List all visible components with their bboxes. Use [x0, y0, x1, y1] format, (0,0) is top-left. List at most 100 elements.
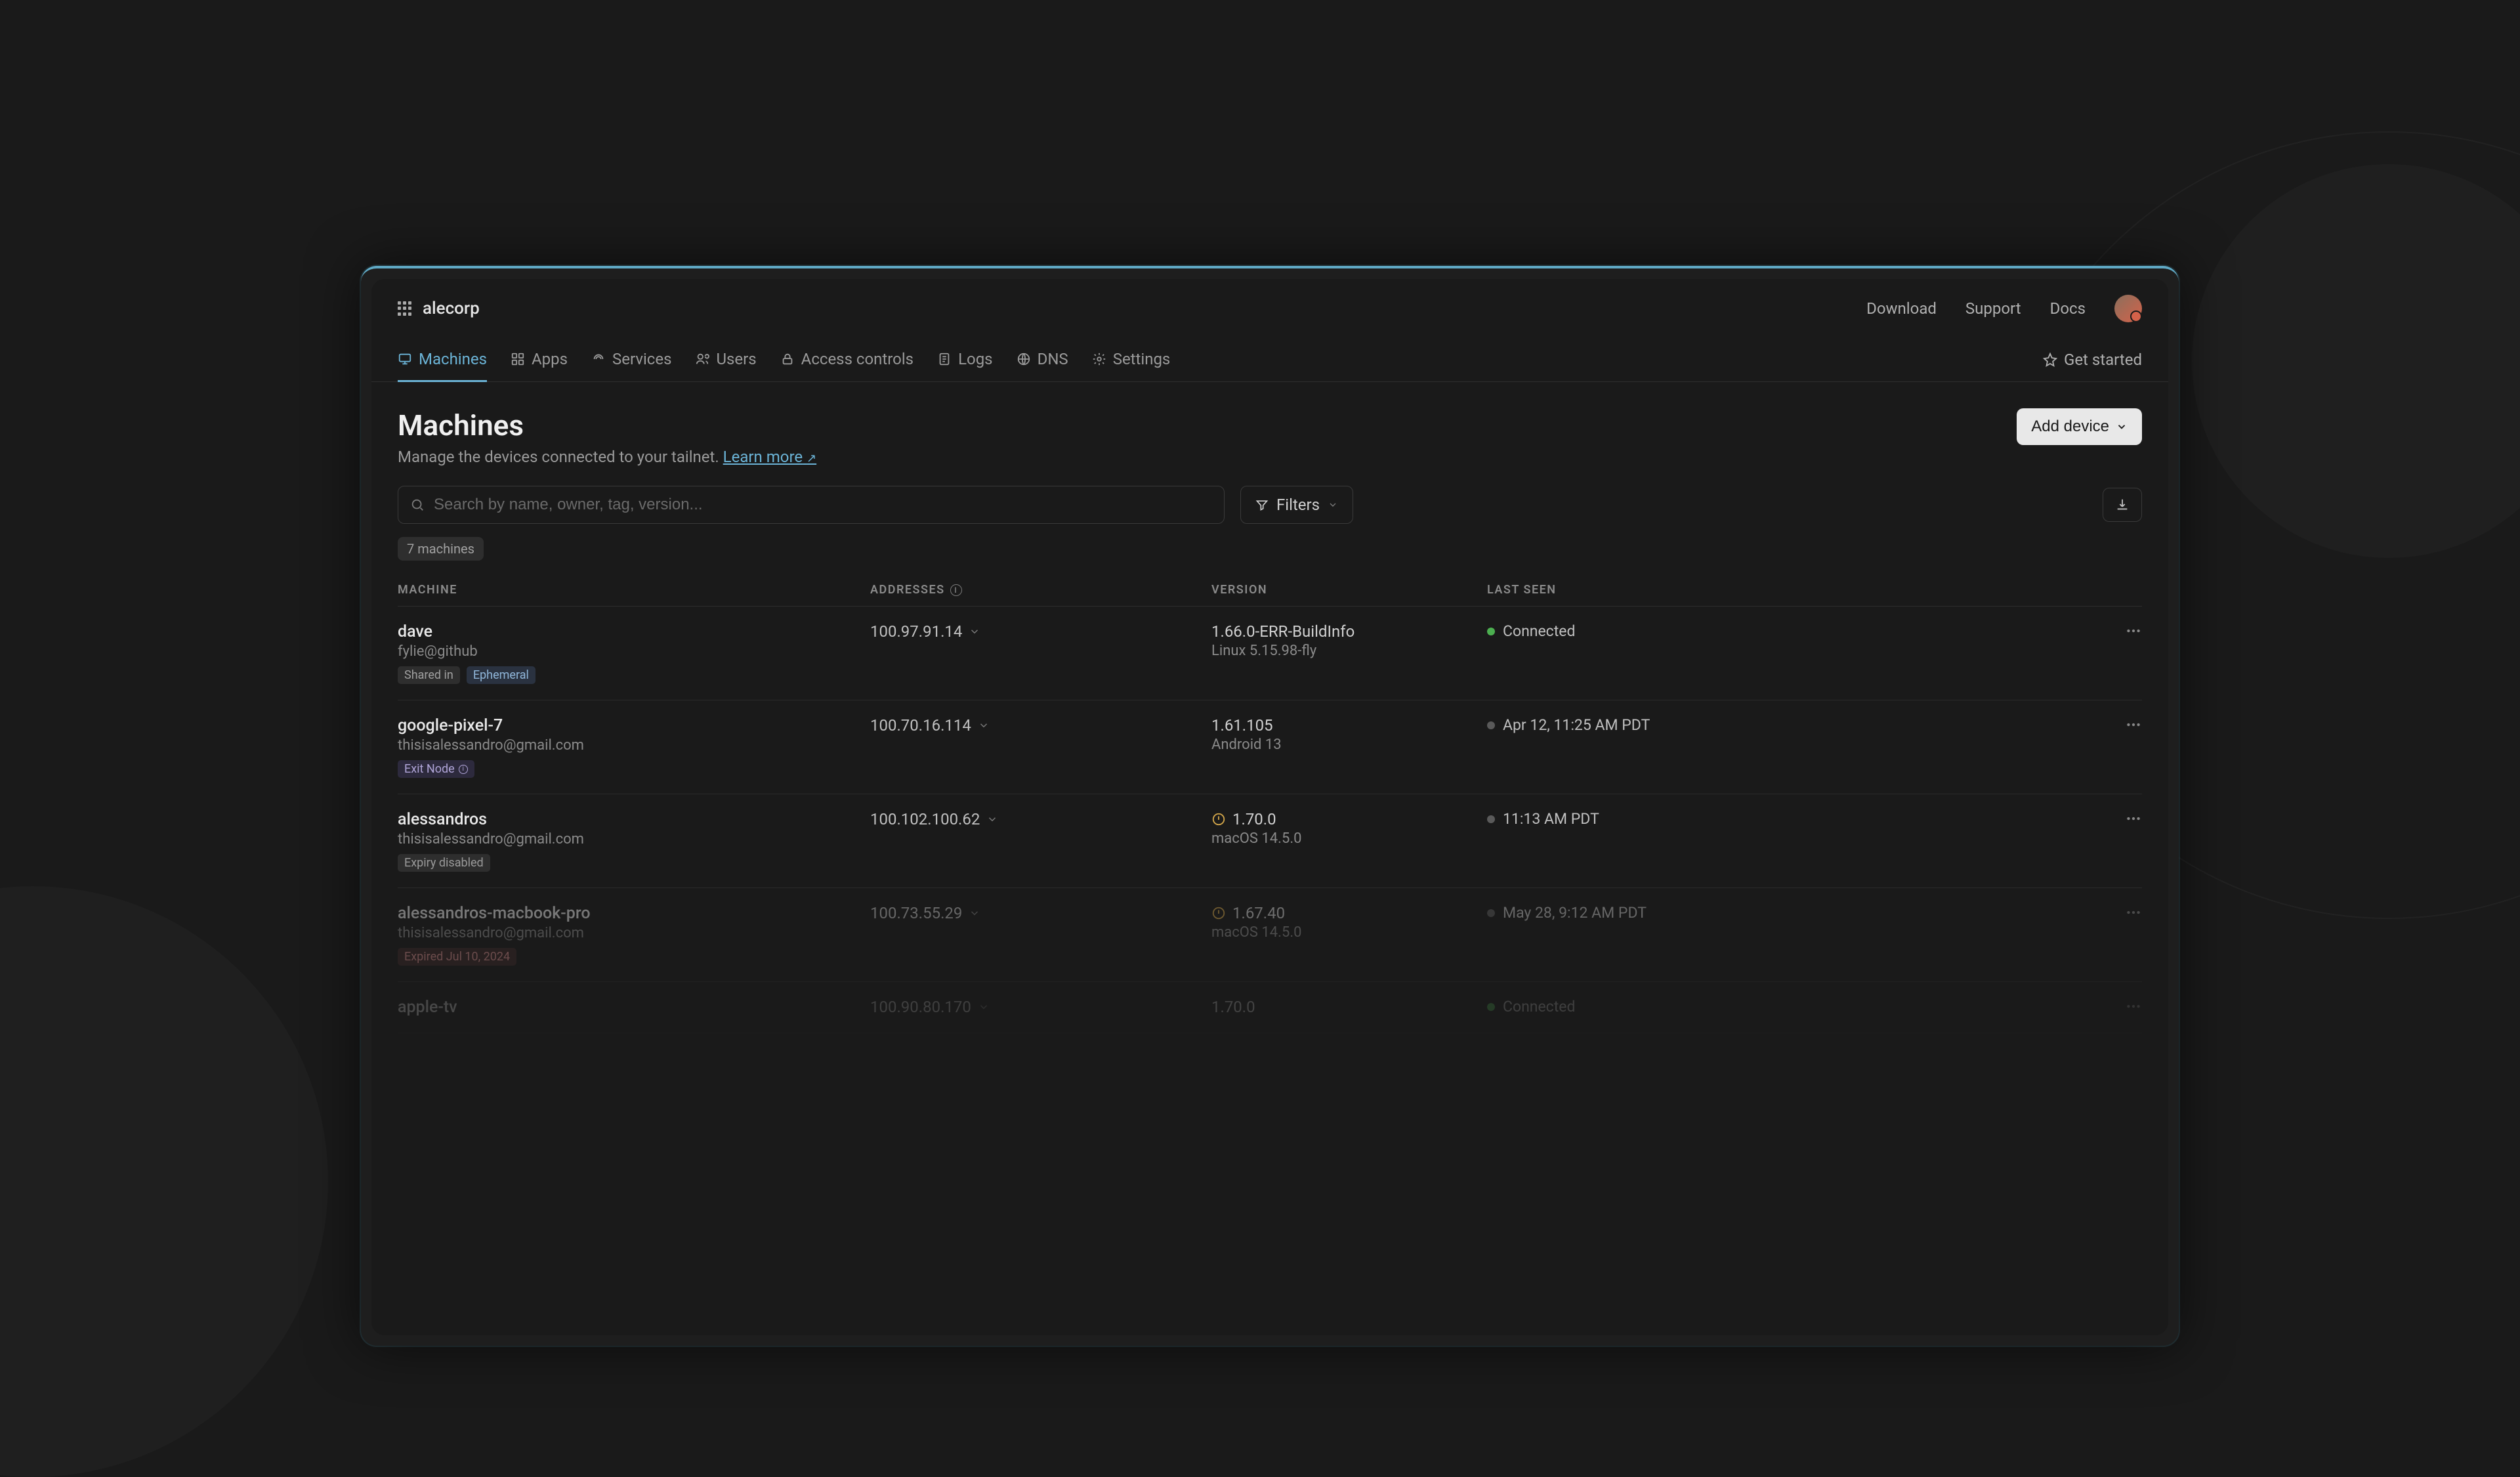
add-device-label: Add device — [2031, 417, 2109, 436]
version-value: 1.61.105 — [1211, 716, 1273, 735]
org-name[interactable]: alecorp — [423, 299, 480, 318]
version-cell: 1.61.105 Android 13 — [1211, 716, 1487, 753]
gear-icon — [1092, 352, 1106, 366]
last-seen-value: May 28, 9:12 AM PDT — [1503, 904, 1647, 922]
badge-ephemeral: Ephemeral — [467, 666, 536, 684]
more-icon — [2125, 716, 2142, 733]
machine-cell: apple-tv — [398, 998, 870, 1017]
filter-icon — [1255, 498, 1269, 511]
chevron-down-icon — [978, 1001, 990, 1013]
os-value: macOS 14.5.0 — [1211, 924, 1487, 941]
last-seen-value: 11:13 AM PDT — [1503, 810, 1599, 828]
export-button[interactable] — [2103, 488, 2142, 522]
globe-icon — [1017, 352, 1031, 366]
version-value: 1.70.0 — [1211, 998, 1255, 1016]
chevron-down-icon — [2116, 421, 2128, 433]
search-icon — [410, 498, 425, 512]
row-actions-button[interactable] — [2090, 904, 2142, 921]
machines-icon — [398, 352, 412, 366]
machine-cell: alessandros-macbook-pro thisisalessandro… — [398, 904, 870, 966]
version-value: 1.70.0 — [1232, 810, 1276, 828]
table-header: MACHINE ADDRESSES i VERSION LAST SEEN — [398, 574, 2142, 607]
machine-count-badge: 7 machines — [398, 537, 484, 561]
tab-dns-label: DNS — [1038, 350, 1068, 368]
machine-name: apple-tv — [398, 998, 870, 1017]
badge-expiry-disabled: Expiry disabled — [398, 854, 490, 872]
col-last-seen: LAST SEEN — [1487, 583, 2090, 597]
row-actions-button[interactable] — [2090, 716, 2142, 733]
more-icon — [2125, 622, 2142, 639]
address-cell[interactable]: 100.73.55.29 — [870, 904, 1211, 922]
page-subtitle-text: Manage the devices connected to your tai… — [398, 448, 723, 466]
address-cell[interactable]: 100.97.91.14 — [870, 622, 1211, 641]
apps-icon — [511, 352, 525, 366]
version-cell: 1.66.0-ERR-BuildInfo Linux 5.15.98-fly — [1211, 622, 1487, 659]
avatar[interactable] — [2114, 295, 2142, 322]
more-icon — [2125, 998, 2142, 1015]
support-link[interactable]: Support — [1965, 299, 2021, 318]
page-header: Machines Manage the devices connected to… — [371, 382, 2168, 479]
get-started-label: Get started — [2064, 351, 2142, 369]
tab-access-controls[interactable]: Access controls — [780, 338, 914, 382]
address-cell[interactable]: 100.90.80.170 — [870, 998, 1211, 1016]
info-icon[interactable]: i — [950, 584, 962, 596]
row-actions-button[interactable] — [2090, 810, 2142, 827]
last-seen-cell: Apr 12, 11:25 AM PDT — [1487, 716, 2090, 734]
row-actions-button[interactable] — [2090, 622, 2142, 639]
table-row[interactable]: google-pixel-7 thisisalessandro@gmail.co… — [398, 700, 2142, 794]
download-link[interactable]: Download — [1866, 299, 1937, 318]
os-value: Android 13 — [1211, 737, 1487, 753]
tab-users[interactable]: Users — [695, 338, 756, 382]
chevron-down-icon — [1328, 500, 1338, 510]
machine-owner: fylie@github — [398, 643, 870, 660]
tab-apps[interactable]: Apps — [511, 338, 568, 382]
users-icon — [695, 352, 709, 366]
last-seen-value: Connected — [1503, 998, 1575, 1016]
tab-machines[interactable]: Machines — [398, 338, 487, 382]
tab-machines-label: Machines — [419, 350, 487, 368]
tab-settings[interactable]: Settings — [1092, 338, 1171, 382]
os-value: macOS 14.5.0 — [1211, 830, 1487, 847]
machine-owner: thisisalessandro@gmail.com — [398, 831, 870, 847]
last-seen-cell: Connected — [1487, 998, 2090, 1016]
table-row[interactable]: alessandros thisisalessandro@gmail.com E… — [398, 794, 2142, 888]
docs-link[interactable]: Docs — [2050, 299, 2086, 318]
learn-more-link[interactable]: Learn more ↗ — [723, 448, 816, 466]
chevron-down-icon — [986, 813, 998, 825]
version-cell: 1.70.0 macOS 14.5.0 — [1211, 810, 1487, 847]
table-row[interactable]: apple-tv 100.90.80.170 1.70.0 Connected — [398, 982, 2142, 1033]
col-addresses-label: ADDRESSES — [870, 583, 945, 597]
top-bar: alecorp Download Support Docs — [371, 279, 2168, 338]
more-icon — [2125, 904, 2142, 921]
nav-tabs: Machines Apps Services Users Access cont… — [371, 338, 2168, 382]
address-cell[interactable]: 100.102.100.62 — [870, 810, 1211, 828]
filters-button[interactable]: Filters — [1240, 486, 1353, 524]
table-row[interactable]: dave fylie@github Shared inEphemeral 100… — [398, 607, 2142, 700]
tab-services[interactable]: Services — [591, 338, 671, 382]
tab-apps-label: Apps — [532, 350, 568, 368]
add-device-button[interactable]: Add device — [2017, 408, 2142, 445]
status-dot — [1487, 628, 1495, 635]
page-title: Machines — [398, 408, 816, 442]
search-row: Filters — [371, 479, 2168, 537]
row-actions-button[interactable] — [2090, 998, 2142, 1015]
status-dot — [1487, 721, 1495, 729]
status-dot — [1487, 909, 1495, 917]
table-row[interactable]: alessandros-macbook-pro thisisalessandro… — [398, 888, 2142, 982]
address-cell[interactable]: 100.70.16.114 — [870, 716, 1211, 735]
page-subtitle: Manage the devices connected to your tai… — [398, 448, 816, 466]
filters-label: Filters — [1276, 496, 1320, 514]
address-value: 100.97.91.14 — [870, 622, 962, 641]
get-started-button[interactable]: Get started — [2043, 351, 2142, 369]
machine-name: dave — [398, 622, 870, 641]
col-addresses: ADDRESSES i — [870, 583, 1211, 597]
version-value: 1.66.0-ERR-BuildInfo — [1211, 622, 1354, 641]
tab-logs[interactable]: Logs — [937, 338, 992, 382]
external-link-icon: ↗ — [807, 452, 816, 465]
tab-services-label: Services — [612, 350, 671, 368]
tab-dns[interactable]: DNS — [1017, 338, 1068, 382]
badge-exit-node: Exit Node i — [398, 760, 474, 778]
search-box[interactable] — [398, 486, 1225, 524]
address-value: 100.70.16.114 — [870, 716, 971, 735]
search-input[interactable] — [434, 496, 1212, 514]
